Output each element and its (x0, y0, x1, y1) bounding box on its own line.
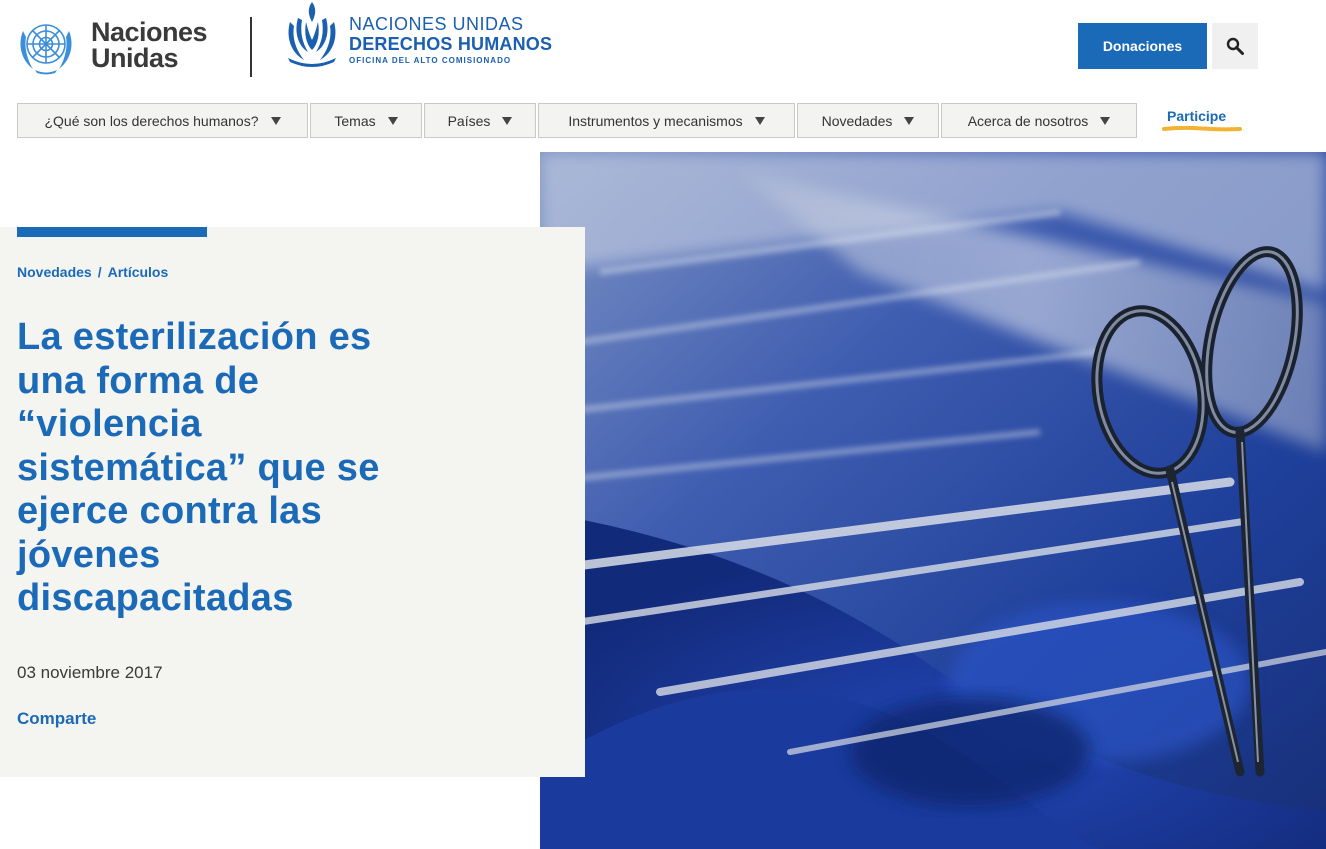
breadcrumb-articulos[interactable]: Artículos (108, 264, 169, 280)
search-button[interactable] (1212, 23, 1258, 69)
share-label[interactable]: Comparte (17, 709, 96, 729)
donate-button[interactable]: Donaciones (1078, 23, 1207, 69)
caret-down-icon (270, 116, 281, 125)
nav-item-label: Temas (334, 112, 376, 129)
participe-link[interactable]: Participe (1162, 107, 1242, 135)
nav-item-acerca[interactable]: Acerca de nosotros (941, 103, 1137, 138)
site-header: Naciones Unidas NACIONES UNIDAS DERECHOS… (0, 0, 1326, 100)
ohchr-logo-line1: NACIONES UNIDAS (349, 14, 524, 34)
ohchr-logo[interactable]: NACIONES UNIDAS DERECHOS HUMANOS OFICINA… (280, 0, 552, 70)
caret-down-icon (387, 116, 398, 125)
nav-item-paises[interactable]: Países (424, 103, 536, 138)
surgical-instruments-image (540, 152, 1326, 849)
nav-item-temas[interactable]: Temas (310, 103, 422, 138)
nav-item-label: ¿Qué son los derechos humanos? (44, 112, 259, 129)
logo-divider (250, 17, 252, 77)
hero-image (540, 152, 1326, 849)
ohchr-logo-line3: OFICINA DEL ALTO COMISIONADO (349, 56, 512, 65)
accent-bar (17, 227, 207, 237)
un-logo-text: Naciones Unidas (91, 17, 208, 73)
nav-item-label: Instrumentos y mecanismos (568, 112, 743, 129)
nav-item-label: Novedades (821, 112, 893, 129)
caret-down-icon (904, 116, 915, 125)
nav-item-label: Países (447, 112, 491, 129)
breadcrumb-novedades[interactable]: Novedades (17, 264, 92, 280)
nav-item-derechos-humanos[interactable]: ¿Qué son los derechos humanos? (17, 103, 308, 138)
un-logo-line1: Naciones (91, 17, 208, 47)
nav-item-novedades[interactable]: Novedades (797, 103, 939, 138)
main-nav: ¿Qué son los derechos humanos? Temas Paí… (17, 103, 1139, 138)
un-logo-line2: Unidas (91, 43, 179, 73)
search-icon (1226, 37, 1244, 55)
caret-down-icon (502, 116, 513, 125)
ohchr-emblem-icon (288, 2, 336, 67)
nav-item-label: Acerca de nosotros (967, 112, 1089, 129)
nav-item-instrumentos[interactable]: Instrumentos y mecanismos (538, 103, 795, 138)
caret-down-icon (1100, 116, 1111, 125)
breadcrumb: Novedades / Artículos (17, 264, 168, 280)
article-title: La esterilización es una forma de “viole… (17, 316, 380, 619)
participe-label: Participe (1167, 108, 1227, 124)
breadcrumb-separator: / (97, 264, 102, 280)
un-logo[interactable]: Naciones Unidas (17, 17, 227, 75)
caret-down-icon (754, 116, 765, 125)
ohchr-logo-line2: DERECHOS HUMANOS (349, 34, 553, 54)
participe-underline (1162, 126, 1242, 132)
un-emblem-icon (20, 24, 72, 75)
article-date: 03 noviembre 2017 (17, 663, 163, 682)
